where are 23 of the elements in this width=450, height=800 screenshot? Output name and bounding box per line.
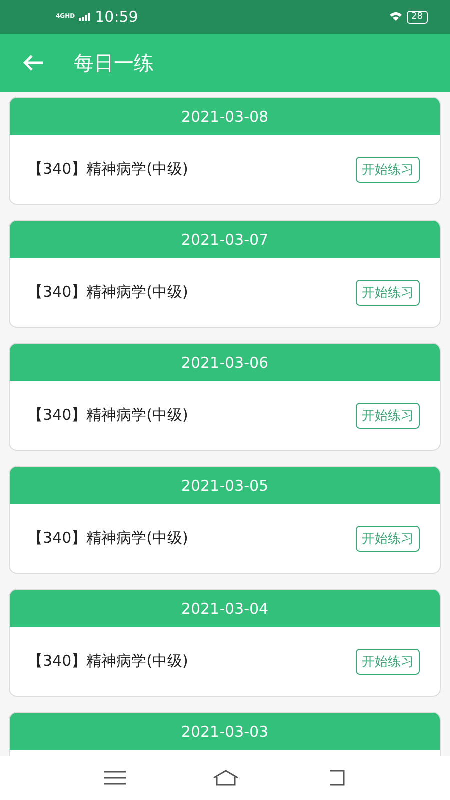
- clock-time: 10:59: [95, 8, 138, 26]
- start-practice-button[interactable]: 开始练习: [356, 156, 420, 182]
- start-practice-button[interactable]: 开始练习: [356, 648, 420, 674]
- menu-icon[interactable]: [104, 771, 126, 785]
- start-practice-button[interactable]: 开始练习: [356, 280, 420, 306]
- date-label: 2021-03-05: [181, 476, 269, 494]
- wifi-icon: [388, 12, 403, 22]
- subject-title: 【340】精神病学(中级): [28, 652, 188, 671]
- subject-title: 【340】精神病学(中级): [28, 406, 188, 425]
- page-title: 每日一练: [74, 50, 154, 76]
- subject-title: 【340】精神病学(中级): [28, 529, 188, 548]
- date-label: 2021-03-07: [181, 230, 269, 248]
- start-practice-button[interactable]: 开始练习: [356, 402, 420, 428]
- subject-title: 【340】精神病学(中级): [28, 283, 188, 302]
- signal-icon: [79, 13, 92, 21]
- subject-title: 【340】精神病学(中级): [28, 160, 188, 179]
- battery-icon: 28: [406, 10, 428, 24]
- date-label: 2021-03-08: [181, 108, 269, 126]
- date-label: 2021-03-04: [181, 600, 269, 618]
- start-practice-button[interactable]: 开始练习: [356, 526, 420, 552]
- home-icon[interactable]: [212, 770, 239, 786]
- date-label: 2021-03-06: [181, 354, 269, 372]
- date-label: 2021-03-03: [181, 722, 269, 740]
